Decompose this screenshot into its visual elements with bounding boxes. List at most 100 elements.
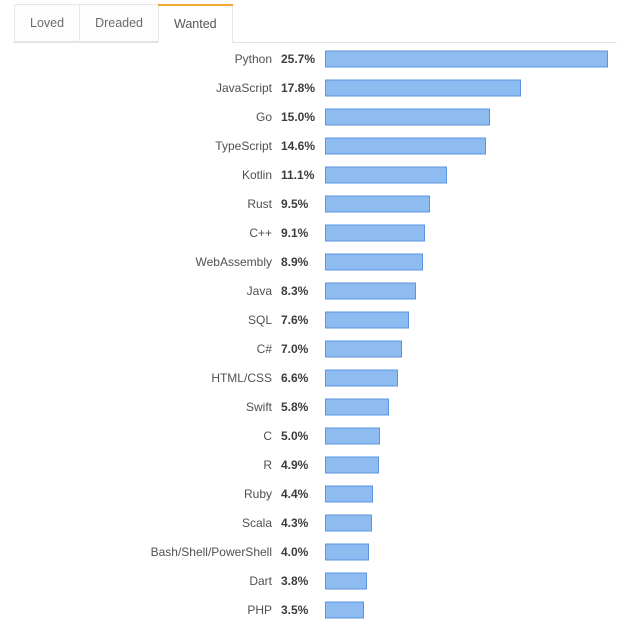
bar-value-label: 9.1%: [281, 225, 309, 240]
tab-list: Loved Dreaded Wanted: [14, 4, 233, 43]
bar-category-label: SQL: [247, 312, 272, 327]
bar-chart-row: Java 8.3%: [0, 276, 640, 305]
bar-chart-row: Swift 5.8%: [0, 392, 640, 421]
bar-value-label: 6.6%: [281, 370, 309, 385]
tab-dreaded[interactable]: Dreaded: [79, 4, 160, 42]
bar-value-label: 9.5%: [281, 196, 309, 211]
active-tab-accent-bar: [158, 4, 233, 6]
bar-chart-row: Go 15.0%: [0, 102, 640, 131]
bar[interactable]: [325, 50, 608, 67]
bar-track: [325, 311, 625, 328]
bar-value-label: 4.0%: [281, 544, 309, 559]
bar-value-label: 17.8%: [281, 80, 316, 95]
bar[interactable]: [325, 253, 423, 270]
bar-chart-row: C++ 9.1%: [0, 218, 640, 247]
bar-chart-row: PHP 3.5%: [0, 595, 640, 624]
bar-category-label: Kotlin: [241, 167, 272, 182]
bar-chart-row: Kotlin 11.1%: [0, 160, 640, 189]
bar-category-label: R: [263, 457, 272, 472]
bar[interactable]: [325, 195, 430, 212]
bar-track: [325, 601, 625, 618]
bar-chart-row: SQL 7.6%: [0, 305, 640, 334]
bar-chart-row: TypeScript 14.6%: [0, 131, 640, 160]
bar-chart: Python 25.7% JavaScript 17.8% Go 15.0% TypeScr…: [0, 44, 640, 642]
tab-wanted[interactable]: Wanted: [158, 4, 233, 43]
bar-track: [325, 253, 625, 270]
bar-chart-row: C 5.0%: [0, 421, 640, 450]
tab-bar: Loved Dreaded Wanted: [0, 0, 640, 44]
bar-value-label: 8.9%: [281, 254, 309, 269]
bar[interactable]: [325, 282, 417, 299]
bar-track: [325, 50, 625, 67]
bar-track: [325, 543, 625, 560]
tab-loved[interactable]: Loved: [14, 4, 81, 42]
bar-value-label: 5.0%: [281, 428, 309, 443]
bar-track: [325, 166, 625, 183]
bar-track: [325, 340, 625, 357]
bar-value-label: 11.1%: [281, 167, 315, 182]
bar-category-label: JavaScript: [215, 80, 272, 95]
bar-value-label: 3.5%: [281, 602, 309, 617]
bar-category-label: Rust: [247, 196, 272, 211]
bar-chart-rows: Python 25.7% JavaScript 17.8% Go 15.0% TypeScr…: [0, 44, 640, 624]
bar-category-label: PHP: [247, 602, 272, 617]
bar-chart-row: JavaScript 17.8%: [0, 73, 640, 102]
bar-value-label: 8.3%: [281, 283, 309, 298]
bar-chart-row: Bash/Shell/PowerShell 4.0%: [0, 537, 640, 566]
bar-category-label: Bash/Shell/PowerShell: [150, 544, 272, 559]
bar-category-label: Scala: [241, 515, 272, 530]
bar-chart-row: Rust 9.5%: [0, 189, 640, 218]
bar[interactable]: [325, 224, 426, 241]
bar-category-label: TypeScript: [215, 138, 272, 153]
bar[interactable]: [325, 369, 398, 386]
bar[interactable]: [325, 166, 448, 183]
bar[interactable]: [325, 485, 374, 502]
tab-bar-underline: [14, 42, 617, 43]
bar[interactable]: [325, 108, 490, 125]
bar-track: [325, 224, 625, 241]
bar-value-label: 4.3%: [281, 515, 309, 530]
bar-track: [325, 369, 625, 386]
bar[interactable]: [325, 543, 369, 560]
bar-value-label: 7.6%: [281, 312, 309, 327]
bar-category-label: HTML/CSS: [211, 370, 272, 385]
bar-category-label: Dart: [249, 573, 272, 588]
bar-chart-row: R 4.9%: [0, 450, 640, 479]
bar-category-label: Go: [255, 109, 272, 124]
bar-category-label: C: [263, 428, 272, 443]
bar[interactable]: [325, 601, 364, 618]
tab-label: Loved: [30, 16, 65, 30]
bar-chart-row: Dart 3.8%: [0, 566, 640, 595]
bar-track: [325, 427, 625, 444]
bar-category-label: C++: [249, 225, 272, 240]
bar-category-label: Python: [234, 51, 272, 66]
bar-category-label: C#: [256, 341, 272, 356]
bar-track: [325, 514, 625, 531]
bar[interactable]: [325, 427, 380, 444]
bar-value-label: 15.0%: [281, 109, 316, 124]
bar[interactable]: [325, 456, 379, 473]
bar-value-label: 14.6%: [281, 138, 316, 153]
bar-track: [325, 195, 625, 212]
bar-value-label: 7.0%: [281, 341, 309, 356]
bar-value-label: 4.9%: [281, 457, 309, 472]
tab-label: Wanted: [174, 17, 217, 31]
bar-value-label: 4.4%: [281, 486, 309, 501]
bar-chart-row: HTML/CSS 6.6%: [0, 363, 640, 392]
bar[interactable]: [325, 311, 409, 328]
bar-track: [325, 79, 625, 96]
bar[interactable]: [325, 398, 389, 415]
bar-track: [325, 398, 625, 415]
bar[interactable]: [325, 137, 486, 154]
bar-category-label: Java: [246, 283, 272, 298]
bar[interactable]: [325, 514, 373, 531]
bar-track: [325, 108, 625, 125]
bar-category-label: WebAssembly: [195, 254, 272, 269]
bar-chart-row: C# 7.0%: [0, 334, 640, 363]
bar-value-label: 3.8%: [281, 573, 309, 588]
bar[interactable]: [325, 572, 367, 589]
bar-track: [325, 282, 625, 299]
bar[interactable]: [325, 79, 521, 96]
wanted-languages-chart-panel: Loved Dreaded Wanted Python 25.7% JavaScript…: [0, 0, 640, 642]
bar[interactable]: [325, 340, 402, 357]
